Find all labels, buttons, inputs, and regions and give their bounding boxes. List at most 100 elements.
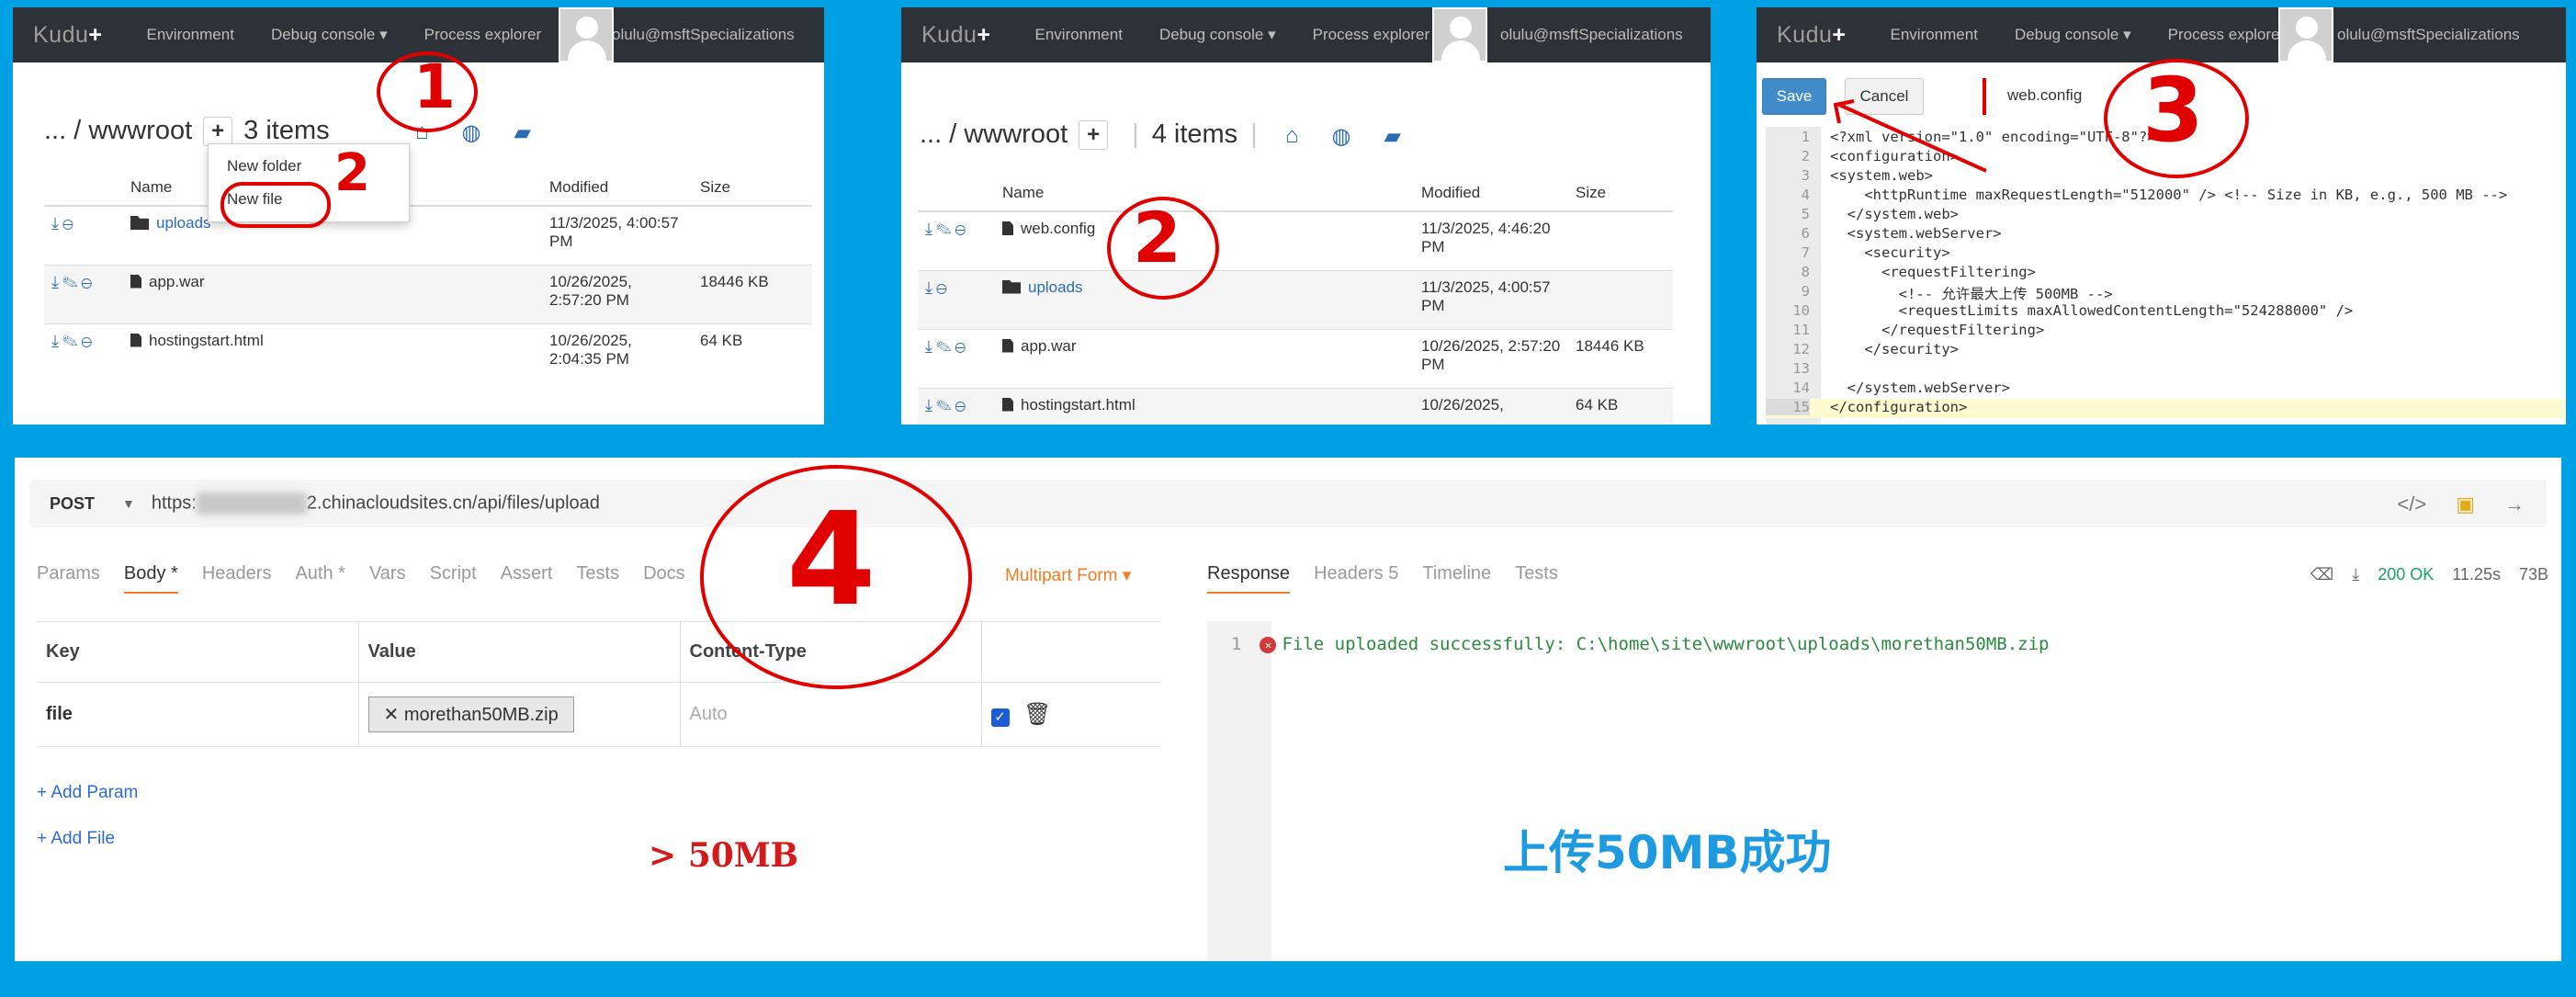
drive-icon[interactable]: ▰ — [1384, 123, 1400, 150]
send-arrow-icon[interactable]: → — [2504, 493, 2525, 516]
col-name[interactable]: Name — [995, 175, 1414, 212]
table-row[interactable]: ⤓✎⊖ web.config 11/3/2025, 4:46:20 PM — [918, 210, 1673, 270]
clear-icon[interactable]: ⌫ — [2310, 565, 2333, 584]
tab-auth[interactable]: Auth * — [295, 563, 345, 594]
table-row[interactable]: ⤓✎⊖ hostingstart.html 10/26/2025, 2:04:3… — [44, 323, 812, 382]
code-line[interactable]: 14 </system.webServer> — [1766, 380, 2566, 399]
code-line[interactable]: 5 </system.web> — [1766, 206, 2566, 225]
nav-environment[interactable]: Environment — [1891, 26, 1978, 44]
code-line[interactable]: 9 <!-- 允许最大上传 500MB --> — [1766, 283, 2566, 302]
table-row[interactable]: ⤓✎⊖ app.war 10/26/2025, 2:57:20 PM 18446… — [918, 328, 1673, 388]
tab-tests[interactable]: Tests — [576, 563, 619, 594]
code-line-active[interactable]: 15 </configuration> — [1766, 399, 2566, 418]
table-row[interactable]: ⤓⊖ uploads 11/3/2025, 4:00:57 PM — [918, 269, 1673, 329]
response-body[interactable]: 1 ✕ File uploaded successfully: C:\home\si… — [1207, 621, 2561, 961]
drive-icon[interactable]: ▰ — [514, 119, 530, 146]
nav-debug-console[interactable]: Debug console ▾ — [2015, 26, 2131, 44]
nav-debug-console[interactable]: Debug console ▾ — [1159, 26, 1276, 44]
row-actions[interactable]: ⤓⊖ — [918, 269, 995, 329]
code-line[interactable]: 7 <security> — [1766, 244, 2566, 264]
nav-debug-console[interactable]: Debug console ▾ — [271, 26, 388, 44]
table-row[interactable]: ⤓⊖ uploads 11/3/2025, 4:00:57 PM — [44, 205, 812, 265]
code-line[interactable]: 4 <httpRuntime maxRequestLength="512000"… — [1766, 187, 2566, 206]
trash-icon[interactable]: 🗑 — [1023, 702, 1051, 727]
row-actions[interactable]: ⤓⊖ — [44, 205, 123, 265]
code-line[interactable]: 10 <requestLimits maxAllowedContentLengt… — [1766, 302, 2566, 322]
col-modified[interactable]: Modified — [542, 169, 693, 207]
row-actions[interactable]: ⤓✎⊖ — [44, 323, 123, 382]
tab-response[interactable]: Response — [1207, 563, 1291, 594]
annotation-number: 2 — [1133, 197, 1181, 278]
breadcrumb-path[interactable]: ... / wwwroot — [920, 119, 1068, 150]
nav-environment[interactable]: Environment — [1035, 26, 1123, 44]
download-icon[interactable]: ⤓ — [2352, 565, 2359, 584]
save-button[interactable]: Save — [1762, 78, 1826, 115]
folder-icon — [1002, 279, 1021, 294]
code-line[interactable]: 11 </requestFiltering> — [1766, 322, 2566, 341]
kudu-logo[interactable]: Kudu+ — [33, 22, 103, 49]
tab-resp-tests[interactable]: Tests — [1515, 563, 1558, 594]
table-row[interactable]: file ✕ morethan50MB.zip Auto ✓ 🗑 — [37, 682, 1161, 747]
file-name[interactable]: uploads — [1028, 278, 1083, 296]
file-name[interactable]: hostingstart.html — [149, 332, 264, 349]
code-line[interactable]: 12 </security> — [1766, 341, 2566, 360]
content-type-input[interactable]: Auto — [680, 682, 982, 747]
tab-docs[interactable]: Docs — [643, 563, 685, 594]
request-url[interactable]: https: 2.chinacloudsites.cn/api/files/upl… — [152, 493, 600, 515]
breadcrumb: ... / wwwroot + | 4 items | — [920, 119, 1271, 150]
tab-resp-headers[interactable]: Headers 5 — [1314, 563, 1398, 594]
table-row[interactable]: ⤓✎⊖ app.war 10/26/2025, 2:57:20 PM 18446… — [44, 264, 812, 323]
nav-environment[interactable]: Environment — [147, 26, 234, 44]
globe-icon[interactable]: ◍ — [1332, 123, 1351, 150]
add-button[interactable]: + — [1079, 119, 1109, 150]
code-icon[interactable]: </> — [2397, 493, 2426, 516]
code-line[interactable]: 6 <system.webServer> — [1766, 225, 2566, 244]
col-value: Value — [358, 621, 681, 683]
file-name[interactable]: uploads — [156, 214, 211, 232]
url-bar[interactable]: POST ▼ https: 2.chinacloudsites.cn/api/fi… — [29, 480, 2547, 527]
home-icon[interactable]: ⌂ — [1285, 123, 1299, 150]
code-line[interactable]: 8 <requestFiltering> — [1766, 264, 2566, 283]
add-button[interactable]: + — [203, 116, 233, 146]
row-actions[interactable]: ⤓✎⊖ — [918, 210, 995, 270]
save-icon[interactable]: ▣ — [2456, 493, 2475, 516]
kudu-logo[interactable]: Kudu+ — [1777, 22, 1847, 49]
tab-headers[interactable]: Headers — [202, 563, 272, 594]
globe-icon[interactable]: ◍ — [462, 119, 481, 146]
file-name[interactable]: app.war — [1021, 337, 1076, 355]
annotation-number: 1 — [413, 51, 456, 122]
row-actions[interactable]: ⤓✎⊖ — [44, 264, 123, 323]
col-modified[interactable]: Modified — [1414, 175, 1568, 212]
add-file-link[interactable]: + Add File — [37, 829, 115, 849]
tab-timeline[interactable]: Timeline — [1422, 563, 1491, 594]
tab-assert[interactable]: Assert — [501, 563, 553, 594]
table-row[interactable]: ⤓✎⊖ hostingstart.html 10/26/2025, 64 KB — [918, 387, 1673, 425]
breadcrumb-path[interactable]: ... / wwwroot — [44, 116, 192, 146]
chevron-down-icon[interactable]: ▼ — [122, 496, 135, 511]
row-actions[interactable]: ⤓✎⊖ — [918, 328, 995, 388]
row-actions[interactable]: ⤓✎⊖ — [918, 387, 995, 425]
col-size[interactable]: Size — [693, 169, 812, 207]
file-name[interactable]: web.config — [1021, 220, 1095, 237]
add-param-link[interactable]: + Add Param — [37, 783, 138, 803]
menu-item-new-folder[interactable]: New folder — [209, 150, 409, 183]
kudu-logo[interactable]: Kudu+ — [921, 22, 991, 49]
tab-script[interactable]: Script — [430, 563, 477, 594]
file-chip[interactable]: ✕ morethan50MB.zip — [367, 697, 574, 732]
enabled-checkbox[interactable]: ✓ — [990, 708, 1010, 727]
remove-file-icon[interactable]: ✕ — [384, 705, 404, 725]
nav-process-explorer[interactable]: Process explorer — [424, 26, 542, 44]
nav-process-explorer[interactable]: Process explorer — [2168, 26, 2286, 44]
file-name[interactable]: app.war — [149, 273, 204, 290]
tab-vars[interactable]: Vars — [369, 563, 406, 594]
code-line[interactable]: 13 — [1766, 360, 2566, 380]
nav-process-explorer[interactable]: Process explorer — [1313, 26, 1430, 44]
file-name[interactable]: hostingstart.html — [1021, 396, 1135, 414]
tab-body[interactable]: Body * — [123, 563, 178, 594]
param-key[interactable]: file — [37, 682, 359, 747]
tab-params[interactable]: Params — [37, 563, 100, 594]
file-size: 64 KB — [693, 323, 812, 382]
body-mode-select[interactable]: Multipart Form ▾ — [1005, 565, 1131, 586]
col-size[interactable]: Size — [1568, 175, 1673, 212]
http-method[interactable]: POST — [50, 494, 95, 514]
